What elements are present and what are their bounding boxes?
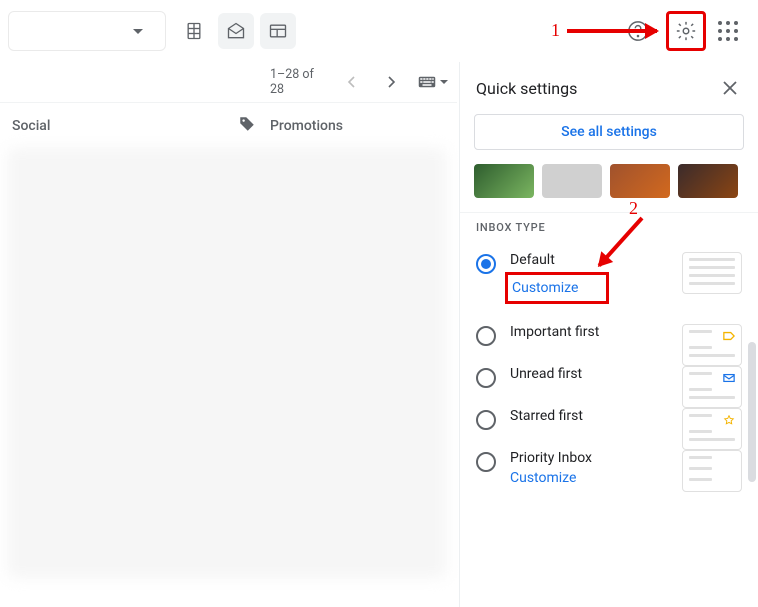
theme-thumbnail[interactable] — [542, 164, 602, 198]
email-list-blurred — [8, 148, 446, 578]
inbox-type-option-priority[interactable]: Priority Inbox Customize — [460, 440, 758, 496]
layout-preview — [682, 252, 742, 294]
prev-page-button[interactable] — [339, 68, 364, 96]
radio-button[interactable] — [476, 326, 496, 346]
quick-settings-panel: Quick settings See all settings INBOX TY… — [459, 62, 758, 607]
option-label: Unread first — [510, 366, 582, 382]
category-tabs: Social Promotions — [0, 102, 457, 148]
option-labels: Starred first — [510, 408, 583, 424]
inbox-type-option-unread[interactable]: Unread first — [460, 356, 758, 398]
panel-header: Quick settings — [460, 62, 758, 108]
annotation-number-1: 1 — [551, 20, 560, 41]
annotation-arrow-1 — [567, 29, 657, 33]
theme-thumbnail[interactable] — [678, 164, 738, 198]
mail-icon — [723, 373, 735, 383]
option-label: Important first — [510, 324, 599, 340]
tag-icon — [238, 115, 256, 137]
chevron-down-icon — [440, 80, 448, 84]
option-labels: Unread first — [510, 366, 582, 382]
option-label: Priority Inbox — [510, 450, 592, 466]
tab-label: Social — [12, 118, 50, 134]
toolbar-icon-group — [176, 13, 296, 49]
pagination-label: 1–28 of 28 — [270, 67, 325, 97]
settings-icon[interactable] — [666, 11, 706, 51]
radio-button[interactable] — [476, 452, 496, 472]
option-labels: Priority Inbox Customize — [510, 450, 592, 486]
customize-link[interactable]: Customize — [510, 470, 592, 486]
scrollbar[interactable] — [748, 342, 756, 482]
inbox-type-option-starred[interactable]: Starred first — [460, 398, 758, 440]
option-labels: Important first — [510, 324, 599, 340]
next-page-button[interactable] — [379, 68, 404, 96]
close-icon[interactable] — [718, 76, 742, 100]
tab-social[interactable]: Social — [0, 118, 226, 134]
see-all-settings-button[interactable]: See all settings — [474, 114, 744, 150]
radio-button[interactable] — [476, 368, 496, 388]
theme-thumbnail[interactable] — [610, 164, 670, 198]
theme-thumbnails — [460, 164, 758, 212]
important-icon — [723, 331, 735, 341]
mail-read-icon[interactable] — [218, 13, 254, 49]
tab-label: Promotions — [270, 118, 343, 134]
radio-button[interactable] — [476, 254, 496, 274]
customize-link[interactable]: Customize — [505, 272, 609, 304]
radio-button[interactable] — [476, 410, 496, 430]
input-method-dropdown[interactable] — [418, 75, 448, 89]
button-label: See all settings — [561, 124, 657, 140]
star-icon — [723, 415, 735, 425]
split-pane-icon[interactable] — [260, 13, 296, 49]
layout-preview — [682, 450, 742, 492]
theme-thumbnail[interactable] — [474, 164, 534, 198]
annotation-number-2: 2 — [629, 198, 638, 219]
option-label: Starred first — [510, 408, 583, 424]
apps-grid-icon[interactable] — [714, 17, 742, 45]
panel-title: Quick settings — [476, 79, 577, 98]
section-title: INBOX TYPE — [460, 213, 758, 242]
sheets-icon[interactable] — [176, 13, 212, 49]
inbox-type-option-important[interactable]: Important first — [460, 314, 758, 356]
tab-promotions[interactable]: Promotions — [226, 115, 343, 137]
chevron-down-icon — [133, 29, 143, 34]
category-dropdown[interactable] — [8, 11, 166, 51]
